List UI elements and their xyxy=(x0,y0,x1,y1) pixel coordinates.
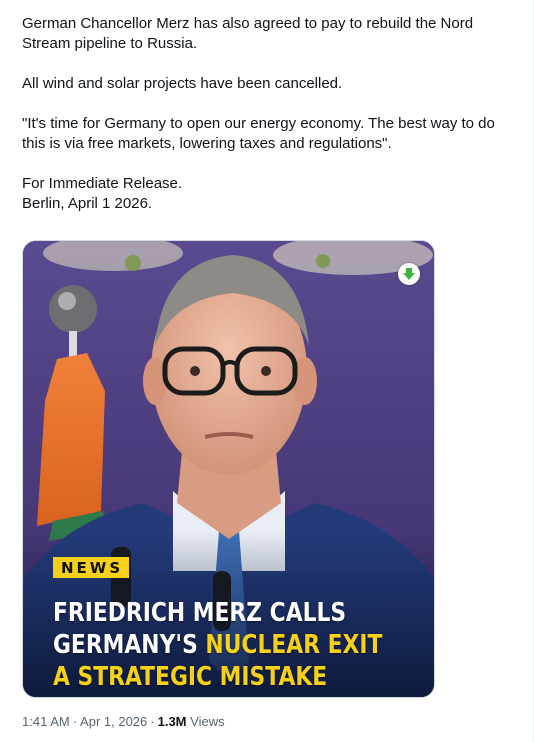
headline-line-2-highlight: NUCLEAR EXIT xyxy=(205,630,383,660)
tweet-text: German Chancellor Merz has also agreed t… xyxy=(22,14,522,214)
tweet-media-image[interactable]: NEWS FRIEDRICH MERZ CALLS GERMANY'S NUCL… xyxy=(22,240,435,698)
tweet-paragraph-3: "It's time for Germany to open our energ… xyxy=(22,115,495,152)
tweet-paragraph-1: German Chancellor Merz has also agreed t… xyxy=(22,15,474,52)
image-headline: FRIEDRICH MERZ CALLS GERMANY'S NUCLEAR E… xyxy=(53,597,382,693)
views-label: Views xyxy=(190,714,225,729)
tweet-paragraph-4-line-2: Berlin, April 1 2026. xyxy=(22,195,153,212)
meta-separator: · xyxy=(72,714,78,729)
views-count: 1.3M xyxy=(157,714,187,729)
meta-separator: · xyxy=(150,714,155,729)
download-badge[interactable] xyxy=(398,263,420,285)
headline-line-2-white: GERMANY'S xyxy=(53,630,206,660)
headline-line-1: FRIEDRICH MERZ CALLS xyxy=(53,598,347,628)
tweet-time[interactable]: 1:41 AM xyxy=(22,714,70,729)
tweet-meta: 1:41 AM · Apr 1, 2026 · 1.3M Views xyxy=(22,714,225,729)
tweet-date[interactable]: Apr 1, 2026 xyxy=(80,714,147,729)
news-tag: NEWS xyxy=(53,557,130,578)
headline-line-3: A STRATEGIC MISTAKE xyxy=(53,662,328,692)
headline-line-2: GERMANY'S NUCLEAR EXIT xyxy=(53,629,382,661)
tweet: German Chancellor Merz has also agreed t… xyxy=(0,0,534,743)
tweet-paragraph-4-line-1: For Immediate Release. xyxy=(22,175,183,192)
tweet-paragraph-2: All wind and solar projects have been ca… xyxy=(22,75,343,92)
download-arrow-icon xyxy=(403,268,415,280)
